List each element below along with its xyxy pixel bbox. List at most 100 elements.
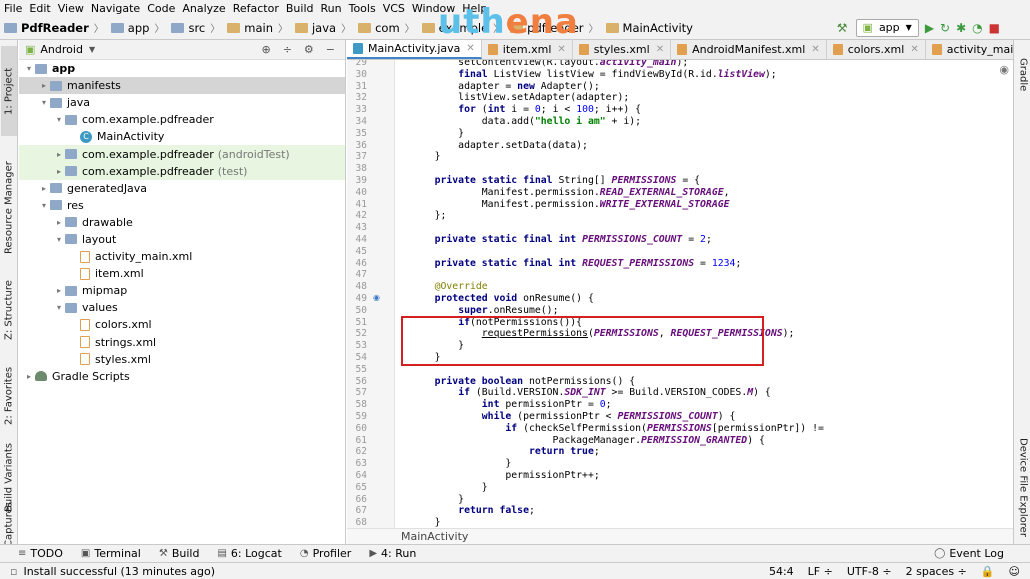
- tree-item[interactable]: ▾ values: [19, 299, 345, 316]
- tool-tab-captures[interactable]: Captures: [1, 503, 17, 548]
- tree-item[interactable]: strings.xml: [19, 334, 345, 351]
- gear-icon[interactable]: ⚙: [304, 43, 314, 56]
- crumb-5[interactable]: com 〉: [358, 20, 420, 35]
- apply-changes-icon[interactable]: ↻: [940, 19, 950, 37]
- eye-icon[interactable]: ◉: [999, 63, 1009, 76]
- line-separator[interactable]: LF ÷: [808, 565, 833, 578]
- code-line[interactable]: }: [411, 517, 441, 528]
- crumb-8[interactable]: MainActivity: [605, 21, 693, 35]
- crosshair-icon[interactable]: ⊕: [261, 43, 270, 56]
- code-editor[interactable]: 29 30 31 32 33 34 35 36 37 38 39 40 41 42 43 44 45 46 47 48…: [347, 60, 1013, 528]
- tool-button-todo[interactable]: ≡ TODO: [18, 547, 63, 560]
- tool-button-4-run[interactable]: ▶ 4: Run: [369, 547, 416, 560]
- tree-item[interactable]: ▾ com.example.pdfreader: [19, 111, 345, 128]
- profile-icon[interactable]: ◔: [972, 19, 982, 37]
- tree-item[interactable]: ▾ res: [19, 197, 345, 214]
- indent-setting[interactable]: 2 spaces ÷: [906, 565, 967, 578]
- editor-breadcrumb[interactable]: MainActivity: [347, 528, 1013, 544]
- menu-item-refactor[interactable]: Refactor: [233, 2, 279, 15]
- tree-item[interactable]: ▸ com.example.pdfreader (test): [19, 162, 345, 180]
- crumb-2[interactable]: src 〉: [171, 20, 225, 35]
- tool-tab-resource-manager[interactable]: Resource Manager: [1, 158, 17, 258]
- debug-icon[interactable]: ✱: [956, 19, 966, 37]
- code-line[interactable]: }: [411, 482, 488, 494]
- code-line[interactable]: final ListView listView = findViewById(R…: [411, 69, 777, 81]
- run-config-dropdown[interactable]: ▣ app ▼: [855, 18, 919, 37]
- code-line[interactable]: if (Build.VERSION.SDK_INT >= Build.VERSI…: [411, 387, 771, 399]
- expand-arrow-icon[interactable]: ▸: [23, 372, 35, 381]
- code-line[interactable]: adapter = new Adapter();: [411, 81, 600, 93]
- expand-arrow-icon[interactable]: ▾: [38, 98, 50, 107]
- code-line[interactable]: int permissionPtr = 0;: [411, 399, 612, 411]
- expand-arrow-icon[interactable]: ▸: [53, 218, 65, 227]
- tab-colors-xml[interactable]: colors.xml ✕: [827, 40, 926, 59]
- tool-button-profiler[interactable]: ◔ Profiler: [300, 547, 351, 560]
- code-line[interactable]: setContentView(R.layout.activity_main);: [411, 60, 688, 69]
- menu-item-analyze[interactable]: Analyze: [182, 2, 225, 15]
- expand-arrow-icon[interactable]: ▸: [38, 81, 50, 90]
- code-line[interactable]: }: [411, 494, 464, 506]
- file-encoding[interactable]: UTF-8 ÷: [847, 565, 892, 578]
- menu-item-tools[interactable]: Tools: [349, 2, 376, 15]
- close-icon[interactable]: ✕: [811, 44, 819, 55]
- code-line[interactable]: if (checkSelfPermission(PERMISSIONS[perm…: [411, 423, 824, 435]
- code-line[interactable]: }: [411, 128, 464, 140]
- close-icon[interactable]: ✕: [466, 43, 474, 54]
- tab-styles-xml[interactable]: styles.xml ✕: [573, 40, 672, 59]
- code-line[interactable]: }: [411, 151, 441, 163]
- tool-tab-project[interactable]: 1: Project: [1, 46, 17, 136]
- expand-arrow-icon[interactable]: ▸: [53, 150, 65, 159]
- crumb-3[interactable]: main 〉: [227, 20, 293, 35]
- code-line[interactable]: super.onResume();: [411, 305, 558, 317]
- code-line[interactable]: PackageManager.PERMISSION_GRANTED) {: [411, 435, 765, 447]
- crumb-0[interactable]: PdfReader 〉: [4, 20, 109, 35]
- code-line[interactable]: private boolean notPermissions() {: [411, 376, 636, 388]
- menu-item-view[interactable]: View: [58, 2, 84, 15]
- menu-item-vcs[interactable]: VCS: [383, 2, 405, 15]
- tree-item[interactable]: ▾ layout: [19, 231, 345, 248]
- menu-item-run[interactable]: Run: [321, 2, 342, 15]
- project-view-dropdown[interactable]: Android: [40, 43, 83, 56]
- lock-icon[interactable]: 🔒: [981, 565, 995, 578]
- crumb-1[interactable]: app 〉: [110, 20, 170, 35]
- tree-item[interactable]: activity_main.xml: [19, 248, 345, 265]
- expand-arrow-icon[interactable]: ▾: [53, 235, 65, 244]
- code-line[interactable]: Manifest.permission.READ_EXTERNAL_STORAG…: [411, 187, 730, 199]
- crumb-4[interactable]: java 〉: [294, 20, 356, 35]
- tree-item[interactable]: ▾ app: [19, 60, 345, 77]
- code-line[interactable]: private static final String[] PERMISSION…: [411, 175, 700, 187]
- tool-button-6-logcat[interactable]: ▤ 6: Logcat: [217, 547, 281, 560]
- tool-tab-device-file-explorer[interactable]: Device File Explorer: [1015, 432, 1030, 542]
- tool-tab-favorites[interactable]: 2: Favorites: [1, 356, 17, 436]
- close-icon[interactable]: ✕: [557, 44, 565, 55]
- menu-item-build[interactable]: Build: [286, 2, 314, 15]
- override-marker-icon[interactable]: ◉: [373, 293, 380, 302]
- expand-arrow-icon[interactable]: ▸: [53, 286, 65, 295]
- code-line[interactable]: data.add("hello i am" + i);: [411, 116, 641, 128]
- menu-item-file[interactable]: File: [4, 2, 22, 15]
- stop-icon[interactable]: ■: [989, 19, 1000, 37]
- tree-item[interactable]: ▸ drawable: [19, 214, 345, 231]
- code-line[interactable]: protected void onResume() {: [411, 293, 594, 305]
- tree-item[interactable]: ▸ manifests: [19, 77, 345, 95]
- run-icon[interactable]: ▶: [925, 19, 934, 37]
- tree-item[interactable]: ▸ Gradle Scripts: [19, 368, 345, 385]
- inspector-icon[interactable]: ☺: [1009, 565, 1020, 578]
- code-line[interactable]: return false;: [411, 505, 535, 517]
- tree-item[interactable]: ▾ java: [19, 94, 345, 111]
- expand-arrow-icon[interactable]: ▾: [38, 201, 50, 210]
- tree-item[interactable]: ▸ com.example.pdfreader (androidTest): [19, 145, 345, 163]
- menu-item-code[interactable]: Code: [147, 2, 175, 15]
- event-log-button[interactable]: ◯ Event Log: [934, 547, 1004, 560]
- tool-tab-structure[interactable]: Z: Structure: [1, 270, 17, 350]
- tool-tab-gradle[interactable]: Gradle: [1015, 50, 1030, 100]
- status-square-icon[interactable]: ▫: [10, 565, 17, 578]
- expand-arrow-icon[interactable]: ▾: [53, 303, 65, 312]
- collapse-icon[interactable]: ÷: [283, 43, 292, 56]
- close-icon[interactable]: ✕: [656, 44, 664, 55]
- tool-button-build[interactable]: ⚒ Build: [159, 547, 200, 560]
- expand-arrow-icon[interactable]: ▾: [23, 64, 35, 73]
- chevron-down-icon[interactable]: ▼: [89, 45, 95, 54]
- expand-arrow-icon[interactable]: ▸: [38, 184, 50, 193]
- tool-button-terminal[interactable]: ▣ Terminal: [81, 547, 141, 560]
